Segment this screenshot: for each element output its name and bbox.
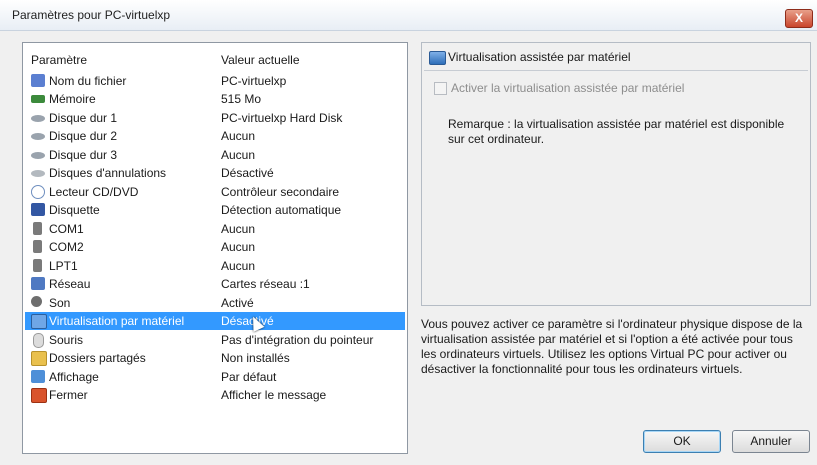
setting-value: Aucun (221, 240, 256, 254)
com-port-icon (33, 240, 42, 253)
detail-title: Virtualisation assistée par matériel (448, 50, 631, 64)
sound-icon (31, 296, 42, 307)
settings-row[interactable]: Disque dur 1 PC-virtuelxp Hard Disk (25, 109, 405, 127)
hardware-virtualization-icon (429, 51, 446, 65)
enable-virtualization-label: Activer la virtualisation assistée par m… (451, 81, 685, 95)
setting-value: Aucun (221, 129, 256, 143)
shared-folder-icon (31, 351, 47, 366)
hard-disk-icon (31, 152, 45, 159)
settings-row[interactable]: Affichage Par défaut (25, 368, 405, 386)
setting-value: 515 Mo (221, 92, 262, 106)
com-port-icon (33, 222, 42, 235)
setting-value: Détection automatique (221, 203, 342, 217)
setting-name: Disquette (49, 203, 100, 217)
detail-divider (424, 70, 808, 71)
close-window-button[interactable]: X (785, 9, 813, 28)
file-info-icon (31, 74, 45, 87)
setting-name: Fermer (49, 388, 88, 402)
hardware-virtualization-icon (31, 314, 47, 329)
settings-row[interactable]: Disque dur 3 Aucun (25, 146, 405, 164)
cancel-button[interactable]: Annuler (732, 430, 810, 453)
settings-row[interactable]: Réseau Cartes réseau :1 (25, 275, 405, 293)
setting-name: Virtualisation par matériel (49, 314, 185, 328)
settings-row[interactable]: Disquette Détection automatique (25, 201, 405, 219)
settings-row[interactable]: Nom du fichier PC-virtuelxp (25, 72, 405, 90)
settings-row[interactable]: Souris Pas d'intégration du pointeur (25, 331, 405, 349)
setting-name: Disques d'annulations (49, 166, 167, 180)
settings-row[interactable]: Dossiers partagés Non installés (25, 349, 405, 367)
settings-row-selected[interactable]: Virtualisation par matériel Désactivé (25, 312, 405, 330)
setting-name: Lecteur CD/DVD (49, 185, 139, 199)
hard-disk-icon (31, 115, 45, 122)
setting-value: Désactivé (221, 314, 274, 328)
setting-name: LPT1 (49, 259, 78, 273)
hard-disk-icon (31, 133, 45, 140)
setting-name: Dossiers partagés (49, 351, 146, 365)
mouse-icon (33, 333, 44, 348)
setting-value: Par défaut (221, 370, 277, 384)
setting-value: Désactivé (221, 166, 274, 180)
setting-value: Aucun (221, 148, 256, 162)
setting-value: PC-virtuelxp Hard Disk (221, 111, 343, 125)
settings-list: Paramètre Valeur actuelle Nom du fichier… (22, 42, 408, 454)
detail-panel: Virtualisation assistée par matériel Act… (421, 42, 811, 306)
setting-name: Disque dur 3 (49, 148, 118, 162)
setting-value: PC-virtuelxp (221, 74, 287, 88)
setting-value: Afficher le message (221, 388, 327, 402)
network-icon (31, 277, 45, 290)
setting-name: Mémoire (49, 92, 96, 106)
setting-name: COM1 (49, 222, 84, 236)
setting-name: Son (49, 296, 71, 310)
display-icon (31, 370, 45, 383)
cd-dvd-icon (31, 185, 45, 199)
setting-name: Réseau (49, 277, 91, 291)
setting-name: Disque dur 2 (49, 129, 118, 143)
settings-row[interactable]: LPT1 Aucun (25, 257, 405, 275)
settings-row[interactable]: Son Activé (25, 294, 405, 312)
setting-name: Nom du fichier (49, 74, 127, 88)
setting-value: Aucun (221, 259, 256, 273)
settings-row[interactable]: Lecteur CD/DVD Contrôleur secondaire (25, 183, 405, 201)
window-title: Paramètres pour PC-virtuelxp (12, 8, 171, 22)
setting-value: Aucun (221, 222, 256, 236)
undo-disk-icon (31, 170, 45, 177)
settings-row[interactable]: COM2 Aucun (25, 238, 405, 256)
settings-row[interactable]: Disque dur 2 Aucun (25, 127, 405, 145)
memory-icon (31, 95, 45, 103)
close-setting-icon (31, 388, 47, 403)
column-header-current-value: Valeur actuelle (221, 53, 300, 67)
setting-value: Contrôleur secondaire (221, 185, 340, 199)
lpt-port-icon (33, 259, 42, 272)
floppy-icon (31, 203, 45, 216)
ok-button[interactable]: OK (643, 430, 721, 453)
setting-value: Cartes réseau :1 (221, 277, 310, 291)
setting-name: Disque dur 1 (49, 111, 118, 125)
title-bar: Paramètres pour PC-virtuelxp X (0, 0, 817, 31)
description-text: Vous pouvez activer ce paramètre si l'or… (421, 317, 803, 376)
setting-name: Souris (49, 333, 84, 347)
settings-row[interactable]: Disques d'annulations Désactivé (25, 164, 405, 182)
enable-virtualization-checkbox[interactable] (434, 82, 447, 95)
remark-text: Remarque : la virtualisation assistée pa… (448, 117, 785, 146)
setting-value: Pas d'intégration du pointeur (221, 333, 374, 347)
setting-name: Affichage (49, 370, 99, 384)
settings-row[interactable]: Fermer Afficher le message (25, 386, 405, 404)
settings-row[interactable]: COM1 Aucun (25, 220, 405, 238)
setting-value: Activé (221, 296, 254, 310)
setting-value: Non installés (221, 351, 290, 365)
column-header-parameter: Paramètre (31, 53, 88, 67)
settings-row[interactable]: Mémoire 515 Mo (25, 90, 405, 108)
setting-name: COM2 (49, 240, 84, 254)
